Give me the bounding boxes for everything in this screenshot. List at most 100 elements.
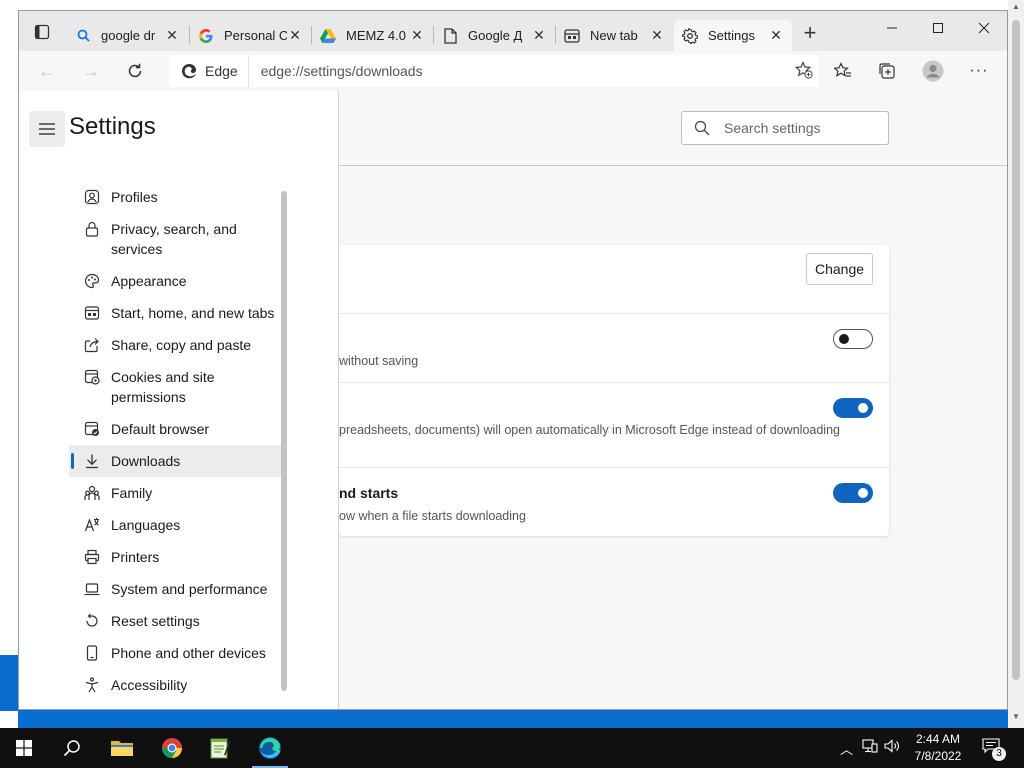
page-title: Settings <box>69 113 156 140</box>
tab-google-drive-search[interactable]: google dr ✕ <box>67 20 188 51</box>
sidebar-item-cookies-site-permissions[interactable]: Cookies and site permissions <box>69 361 281 413</box>
laptop-icon <box>83 579 101 599</box>
address-bar[interactable]: Edge edge://settings/downloads <box>169 55 819 87</box>
desktop-wallpaper-strip-bottom <box>18 710 1008 728</box>
sidebar-item-reset-settings[interactable]: Reset settings <box>69 605 281 637</box>
tab-actions-button[interactable] <box>27 21 57 43</box>
search-settings-input[interactable]: Search settings <box>681 111 889 145</box>
sidebar-item-label: Privacy, search, and services <box>111 221 237 257</box>
palette-icon <box>83 271 101 291</box>
taskbar-file-explorer[interactable] <box>98 728 146 768</box>
tab-google-doc[interactable]: Google Д ✕ <box>434 20 555 51</box>
close-tab-icon[interactable]: ✕ <box>409 27 425 44</box>
download-icon <box>83 451 101 471</box>
lock-icon <box>83 219 101 239</box>
favorites-star-icon <box>834 62 851 77</box>
sidebar-item-downloads[interactable]: Downloads <box>69 445 281 477</box>
sidebar-item-appearance[interactable]: Appearance <box>69 265 281 297</box>
taskbar-search-button[interactable] <box>48 728 96 768</box>
taskbar-chrome[interactable] <box>148 728 196 768</box>
sidebar-scrollbar[interactable] <box>281 191 287 691</box>
settings-content: Search settings Change without saving pr… <box>19 91 1007 709</box>
open-office-toggle[interactable] <box>833 398 873 418</box>
sidebar-item-privacy[interactable]: Privacy, search, and services <box>69 213 281 265</box>
add-favorite-button[interactable] <box>789 60 819 82</box>
sidebar-item-system-performance[interactable]: System and performance <box>69 573 281 605</box>
outer-scrollbar[interactable]: ▲ ▼ <box>1008 0 1024 728</box>
google-g-icon <box>198 28 214 44</box>
sidebar-item-label: Start, home, and new tabs <box>111 305 275 321</box>
taskbar-clock[interactable]: 2:44 AM 7/8/2022 <box>900 731 976 765</box>
phone-icon <box>83 643 101 663</box>
settings-nav: Profiles Privacy, search, and services A… <box>69 181 281 701</box>
volume-icon[interactable] <box>884 739 900 756</box>
sidebar-item-label: Profiles <box>111 189 158 205</box>
sidebar-item-profiles[interactable]: Profiles <box>69 181 281 213</box>
network-icon[interactable] <box>862 739 878 756</box>
action-center-button[interactable]: 3 <box>982 738 1006 761</box>
tab-memz[interactable]: MEMZ 4.0 ✕ <box>312 20 433 51</box>
sidebar-item-default-browser[interactable]: Default browser <box>69 413 281 445</box>
menu-toggle-button[interactable] <box>29 111 65 147</box>
tab-title: google dr <box>101 28 156 43</box>
more-menu-button[interactable]: ··· <box>965 59 993 83</box>
sidebar-item-phone-devices[interactable]: Phone and other devices <box>69 637 281 669</box>
sidebar-item-label: Appearance <box>111 273 187 289</box>
tab-strip: google dr ✕ Personal C ✕ MEMZ 4.0 ✕ Goog… <box>19 11 1007 51</box>
start-button[interactable] <box>0 728 48 768</box>
change-location-button[interactable]: Change <box>806 253 873 285</box>
taskbar-edge[interactable] <box>246 728 294 768</box>
sidebar-item-accessibility[interactable]: Accessibility <box>69 669 281 701</box>
sidebar-item-label: Default browser <box>111 421 210 437</box>
printer-icon <box>83 547 101 567</box>
sidebar-item-label: Downloads <box>111 453 181 469</box>
close-window-button[interactable] <box>961 21 1007 43</box>
clock-time: 2:44 AM <box>915 732 961 746</box>
row-description: preadsheets, documents) will open automa… <box>339 423 840 437</box>
close-tab-icon[interactable]: ✕ <box>164 27 180 44</box>
site-label: Edge <box>205 63 238 79</box>
scroll-up-icon[interactable]: ▲ <box>1012 2 1020 11</box>
sidebar-item-start-home-new-tabs[interactable]: Start, home, and new tabs <box>69 297 281 329</box>
scroll-down-icon[interactable]: ▼ <box>1012 712 1020 721</box>
close-tab-icon[interactable]: ✕ <box>649 27 665 44</box>
forward-button[interactable]: → <box>77 59 105 83</box>
show-downloads-menu-toggle[interactable] <box>833 483 873 503</box>
minimize-icon <box>887 27 897 29</box>
ask-save-toggle[interactable] <box>833 329 873 349</box>
favorites-button[interactable] <box>829 59 857 83</box>
browser-toolbar: ← → Edge edge://settings/downloads ··· <box>19 51 1007 91</box>
notification-count-badge: 3 <box>992 747 1006 761</box>
more-dots-icon: ··· <box>969 62 989 79</box>
profile-button[interactable] <box>919 59 947 83</box>
family-icon <box>83 483 101 503</box>
tab-title: MEMZ 4.0 <box>346 28 406 43</box>
url-text[interactable]: edge://settings/downloads <box>249 63 789 79</box>
collections-button[interactable] <box>873 59 901 83</box>
outer-scroll-thumb[interactable] <box>1012 20 1020 680</box>
minimize-button[interactable] <box>869 21 915 43</box>
close-tab-icon[interactable]: ✕ <box>768 27 784 44</box>
notepad-icon <box>210 738 231 759</box>
taskbar-notepad-app[interactable] <box>196 728 244 768</box>
tab-personal[interactable]: Personal C ✕ <box>190 20 311 51</box>
close-tab-icon[interactable]: ✕ <box>531 27 547 44</box>
back-button[interactable]: ← <box>33 59 61 83</box>
tab-title: Google Д <box>468 28 523 43</box>
site-identity-chip[interactable]: Edge <box>169 55 249 87</box>
tab-new-tab[interactable]: New tab ✕ <box>556 20 673 51</box>
edge-logo-icon <box>181 63 196 79</box>
tab-settings[interactable]: Settings ✕ <box>674 20 792 51</box>
maximize-button[interactable] <box>915 21 961 43</box>
sidebar-item-share-copy-paste[interactable]: Share, copy and paste <box>69 329 281 361</box>
chevron-up-icon[interactable]: ︿ <box>840 739 853 758</box>
desktop-wallpaper-strip <box>0 655 18 711</box>
refresh-button[interactable] <box>121 59 149 83</box>
new-tab-button[interactable]: + <box>799 22 821 45</box>
sidebar-item-label: Languages <box>111 517 181 533</box>
sidebar-item-printers[interactable]: Printers <box>69 541 281 573</box>
sidebar-item-family[interactable]: Family <box>69 477 281 509</box>
taskbar: ︿ 2:44 AM 7/8/2022 3 <box>0 728 1024 768</box>
close-tab-icon[interactable]: ✕ <box>287 27 303 44</box>
sidebar-item-languages[interactable]: Languages <box>69 509 281 541</box>
